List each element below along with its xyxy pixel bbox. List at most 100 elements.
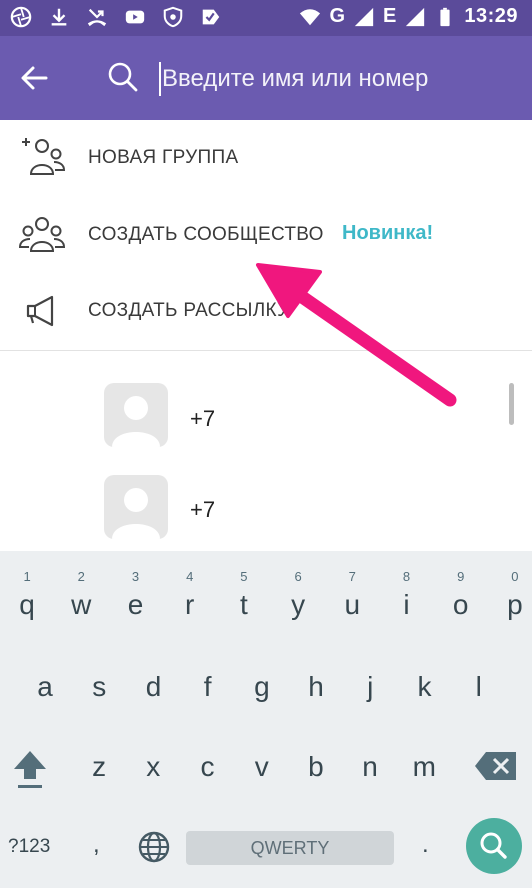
key-e[interactable]: 3e bbox=[108, 561, 162, 627]
backspace-key-icon[interactable] bbox=[474, 751, 518, 781]
avatar bbox=[104, 475, 168, 539]
avatar bbox=[104, 383, 168, 447]
key-d[interactable]: d bbox=[126, 651, 180, 717]
key-i[interactable]: 8i bbox=[379, 561, 433, 627]
key-v[interactable]: v bbox=[235, 731, 289, 797]
contact-row[interactable]: +7 bbox=[0, 461, 532, 553]
key-label: t bbox=[240, 589, 248, 620]
search-input[interactable] bbox=[162, 56, 522, 102]
language-globe-icon[interactable] bbox=[137, 830, 171, 864]
key-label: e bbox=[127, 589, 144, 620]
signal-icon-2 bbox=[406, 7, 425, 26]
avatar-placeholder-icon bbox=[112, 488, 160, 539]
key-label: p bbox=[507, 589, 523, 620]
keyboard: 1q2w3e4r5t6y7u8i9o0p asdfghjkl zxcvbnm ?… bbox=[0, 551, 532, 888]
contact-number: +7 bbox=[190, 406, 216, 431]
key-hint: 6 bbox=[294, 569, 302, 584]
youtube-icon bbox=[125, 10, 145, 24]
key-p[interactable]: 0p bbox=[488, 561, 532, 627]
key-label: k bbox=[417, 671, 432, 702]
key-g[interactable]: g bbox=[235, 651, 289, 717]
download-icon bbox=[51, 8, 67, 26]
key-label: x bbox=[146, 751, 161, 782]
scrollbar-thumb[interactable] bbox=[509, 383, 514, 425]
key-label: u bbox=[344, 589, 361, 620]
new-group-label: НОВАЯ ГРУППА bbox=[88, 147, 239, 168]
key-label: i bbox=[403, 589, 410, 620]
symbols-key[interactable]: ?123 bbox=[8, 836, 50, 858]
key-hint: 8 bbox=[402, 569, 411, 584]
key-label: s bbox=[92, 671, 107, 702]
add-group-icon bbox=[22, 138, 66, 175]
key-h[interactable]: h bbox=[289, 651, 343, 717]
battery-icon bbox=[440, 7, 450, 26]
key-q[interactable]: 1q bbox=[0, 561, 54, 627]
key-label: h bbox=[308, 671, 324, 702]
clock: 13:29 bbox=[464, 5, 518, 27]
key-label: c bbox=[200, 751, 215, 782]
key-w[interactable]: 2w bbox=[54, 561, 108, 627]
space-key[interactable]: QWERTY bbox=[186, 831, 394, 865]
key-label: l bbox=[475, 671, 482, 702]
key-j[interactable]: j bbox=[343, 651, 397, 717]
text-caret bbox=[159, 62, 161, 96]
new-group-item[interactable]: НОВАЯ ГРУППА bbox=[0, 120, 532, 198]
comma-key[interactable]: , bbox=[93, 831, 100, 859]
key-z[interactable]: z bbox=[72, 731, 126, 797]
key-label: y bbox=[291, 589, 306, 620]
key-y[interactable]: 6y bbox=[271, 561, 325, 627]
key-hint: 0 bbox=[511, 569, 519, 584]
key-x[interactable]: x bbox=[126, 731, 180, 797]
redaction-mask bbox=[220, 495, 365, 523]
key-label: z bbox=[92, 751, 107, 782]
app-bar bbox=[0, 36, 532, 120]
key-label: v bbox=[254, 751, 269, 782]
key-label: f bbox=[203, 671, 212, 702]
key-l[interactable]: l bbox=[452, 651, 506, 717]
signal-icon bbox=[354, 7, 374, 26]
new-badge: Новинка! bbox=[342, 222, 434, 244]
key-u[interactable]: 7u bbox=[325, 561, 379, 627]
wifi-icon bbox=[300, 8, 321, 25]
check-app-icon bbox=[202, 9, 220, 25]
key-o[interactable]: 9o bbox=[434, 561, 488, 627]
create-community-label: СОЗДАТЬ СООБЩЕСТВО bbox=[88, 224, 324, 245]
annotation-arrow-icon bbox=[256, 263, 457, 407]
key-c[interactable]: c bbox=[180, 731, 234, 797]
key-k[interactable]: k bbox=[397, 651, 451, 717]
key-label: m bbox=[412, 751, 436, 782]
key-s[interactable]: s bbox=[72, 651, 126, 717]
key-m[interactable]: m bbox=[397, 731, 451, 797]
avatar-placeholder-icon bbox=[112, 396, 160, 447]
space-key-label: QWERTY bbox=[250, 838, 330, 858]
key-hint: 9 bbox=[457, 569, 465, 584]
aperture-icon bbox=[10, 6, 32, 28]
key-b[interactable]: b bbox=[289, 731, 343, 797]
key-label: w bbox=[71, 589, 92, 620]
key-label: b bbox=[308, 751, 324, 782]
key-hint: 7 bbox=[348, 569, 356, 584]
shift-key-icon[interactable] bbox=[12, 747, 48, 791]
key-t[interactable]: 5t bbox=[217, 561, 271, 627]
missed-call-icon bbox=[87, 8, 107, 27]
period-key[interactable]: . bbox=[422, 831, 429, 859]
search-icon bbox=[108, 62, 138, 92]
key-label: r bbox=[185, 589, 195, 620]
key-hint: 2 bbox=[77, 569, 85, 584]
key-f[interactable]: f bbox=[181, 651, 235, 717]
key-n[interactable]: n bbox=[343, 731, 397, 797]
key-hint: 1 bbox=[23, 569, 31, 584]
back-arrow-icon[interactable] bbox=[18, 62, 50, 94]
key-hint: 3 bbox=[131, 569, 140, 584]
status-bar: G E 13:29 bbox=[0, 0, 532, 36]
shield-app-icon bbox=[163, 6, 183, 28]
key-label: o bbox=[452, 589, 469, 620]
search-action-key[interactable] bbox=[466, 818, 522, 874]
megaphone-icon bbox=[26, 295, 54, 327]
key-a[interactable]: a bbox=[18, 651, 72, 717]
key-hint: 5 bbox=[240, 569, 248, 584]
key-r[interactable]: 4r bbox=[163, 561, 217, 627]
contact-number: +7 bbox=[190, 497, 216, 522]
key-label: d bbox=[145, 671, 162, 702]
key-hint: 4 bbox=[186, 569, 194, 584]
